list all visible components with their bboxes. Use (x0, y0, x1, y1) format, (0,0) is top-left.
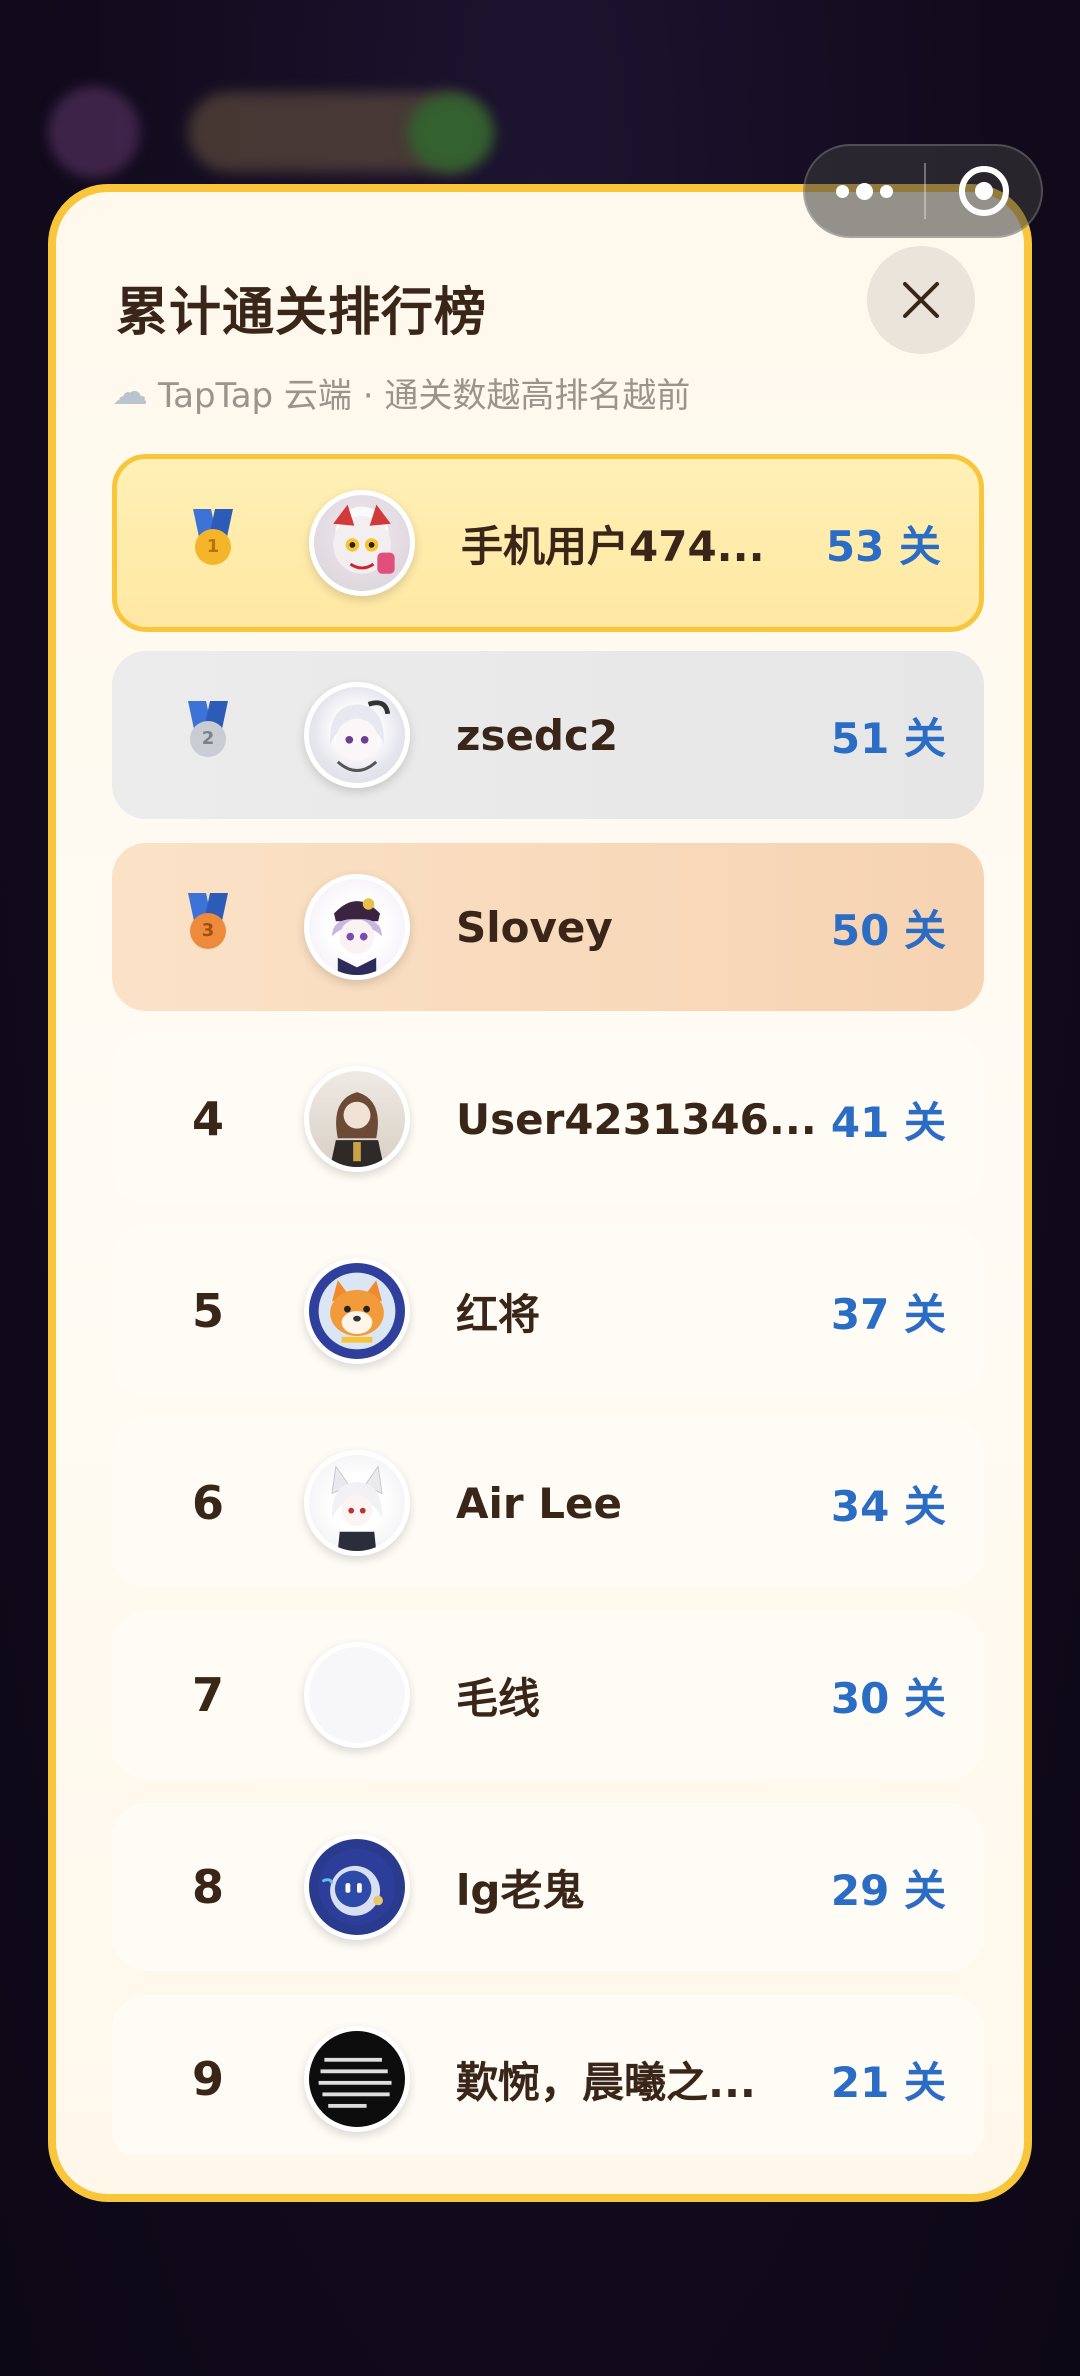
rank-cell: 1 (117, 508, 309, 578)
target-close-icon[interactable] (926, 146, 1041, 236)
rank-number: 8 (191, 1860, 224, 1914)
avatar (304, 1450, 410, 1556)
leaderboard-row-9[interactable]: 9 歎惋，晨曦之... 21 关 (112, 1995, 984, 2154)
close-button[interactable] (867, 246, 975, 354)
avatar (304, 682, 410, 788)
gold-medal-icon: 1 (191, 508, 235, 567)
player-score: 53 关 (825, 521, 941, 571)
more-dots-icon[interactable] (805, 146, 924, 236)
leaderboard-row-4[interactable]: 4 User4231346... 41 关 (112, 1035, 984, 1203)
subtitle-text: TapTap 云端 · 通关数越高排名越前 (158, 376, 691, 416)
avatar (304, 874, 410, 980)
player-name: 歎惋，晨曦之... (456, 2057, 756, 2107)
rank-number: 6 (191, 1476, 224, 1530)
silver-medal-icon: 2 (186, 700, 230, 759)
rank-number: 4 (191, 1092, 224, 1146)
rank-number: 5 (191, 1284, 224, 1338)
cloud-icon: ☁ (112, 372, 148, 413)
player-score: 41 关 (830, 1097, 946, 1147)
leaderboard-row-8[interactable]: 8 lg老鬼 29 关 (112, 1803, 984, 1971)
player-score: 50 关 (830, 905, 946, 955)
bronze-medal-icon: 3 (186, 892, 230, 951)
leaderboard-row-5[interactable]: 5 红将 37 关 (112, 1227, 984, 1395)
rank-number: 7 (191, 1668, 224, 1722)
modal-subtitle: ☁ TapTap 云端 · 通关数越高排名越前 (112, 368, 690, 417)
modal-title: 累计通关排行榜 (116, 283, 488, 343)
avatar (304, 1066, 410, 1172)
player-name: Slovey (456, 902, 613, 952)
rank-cell: 2 (112, 700, 304, 770)
avatar (309, 490, 415, 596)
avatar (304, 1834, 410, 1940)
player-score: 29 关 (830, 1865, 946, 1915)
mini-program-capsule (803, 144, 1043, 238)
player-name: 红将 (456, 1289, 541, 1339)
blurred-avatar (48, 86, 140, 178)
avatar (304, 2026, 410, 2132)
close-icon (903, 282, 939, 318)
player-name: Air Lee (456, 1478, 622, 1528)
leaderboard-row-3[interactable]: 3 Slovey 50 关 (112, 843, 984, 1011)
blurred-green-badge (408, 94, 494, 172)
player-name: 毛线 (456, 1673, 541, 1723)
player-name: 手机用户474... (461, 521, 765, 571)
player-name: User4231346... (456, 1094, 817, 1144)
leaderboard-row-2[interactable]: 2 zsedc2 51 关 (112, 651, 984, 819)
player-score: 34 关 (830, 1481, 946, 1531)
player-name: lg老鬼 (456, 1865, 585, 1915)
avatar (304, 1642, 410, 1748)
avatar (304, 1258, 410, 1364)
player-name: zsedc2 (456, 710, 619, 760)
player-score: 51 关 (830, 713, 946, 763)
leaderboard-row-6[interactable]: 6 Air Lee 34 关 (112, 1419, 984, 1587)
leaderboard-row-1[interactable]: 1 手机用户474... 53 关 (112, 454, 984, 632)
player-score: 21 关 (830, 2057, 946, 2107)
leaderboard-list[interactable]: 1 手机用户474... 53 关 2 zsedc2 51 关 3 Slovey… (112, 454, 984, 2154)
rank-number: 9 (191, 2052, 224, 2106)
player-score: 37 关 (830, 1289, 946, 1339)
leaderboard-modal: 累计通关排行榜 ☁ TapTap 云端 · 通关数越高排名越前 1 手机用户47… (48, 184, 1032, 2202)
leaderboard-row-7[interactable]: 7 毛线 30 关 (112, 1611, 984, 1779)
player-score: 30 关 (830, 1673, 946, 1723)
rank-cell: 3 (112, 892, 304, 962)
